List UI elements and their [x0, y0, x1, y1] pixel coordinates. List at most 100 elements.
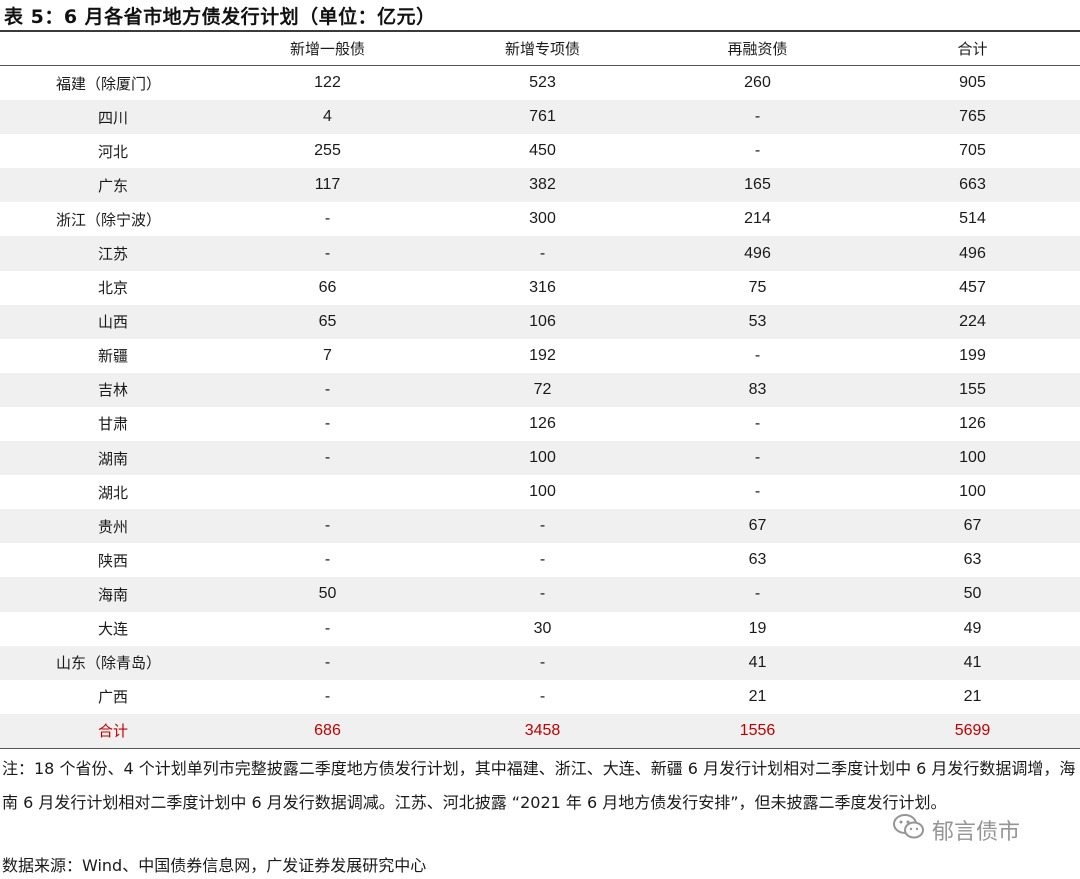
total-sum: 5699: [954, 721, 991, 739]
cell-special: -: [539, 687, 546, 705]
cell-refinance: -: [754, 142, 761, 160]
cell-refinance: 260: [744, 74, 771, 92]
cell-refinance: 21: [748, 687, 767, 705]
cell-total: 457: [959, 278, 986, 296]
table-row: 大连 - 30 19 49: [0, 612, 1080, 646]
row-name: 广东: [98, 176, 129, 195]
cell-refinance: 214: [744, 210, 771, 228]
cell-special: 100: [529, 449, 556, 467]
cell-total: 126: [959, 414, 986, 432]
cell-special: 192: [529, 346, 556, 364]
row-name: 甘肃: [98, 415, 129, 434]
cell-general: -: [324, 244, 331, 262]
cell-general: 7: [323, 346, 332, 364]
row-name: 广西: [98, 688, 129, 707]
table-row: 湖北 100 - 100: [0, 475, 1080, 509]
table-row: 广东 117 382 165 663: [0, 168, 1080, 203]
row-name: 北京: [98, 279, 129, 298]
cell-special: -: [539, 517, 546, 535]
row-name: 山东（除青岛）: [56, 654, 162, 673]
cell-general: -: [324, 687, 331, 705]
table-row: 福建（除厦门） 122 523 260 905: [0, 66, 1080, 100]
row-name: 新疆: [98, 347, 129, 366]
row-name: 湖南: [98, 449, 129, 468]
row-name: 福建（除厦门）: [56, 74, 162, 93]
cell-refinance: -: [754, 108, 761, 126]
cell-general: -: [324, 551, 331, 569]
cell-refinance: 75: [748, 278, 767, 296]
cell-total: 49: [963, 619, 982, 637]
cell-general: 4: [323, 108, 332, 126]
table-row: 广西 - - 21 21: [0, 680, 1080, 714]
table-header-row: 新增一般债 新增专项债 再融资债 合计: [0, 32, 1080, 66]
row-name: 海南: [98, 585, 129, 604]
row-name: 河北: [98, 142, 129, 161]
cell-total: 21: [963, 687, 982, 705]
row-name: 湖北: [98, 483, 129, 502]
cell-special: 450: [529, 142, 556, 160]
cell-refinance: 496: [744, 244, 771, 262]
table-title: 表 5：6 月各省市地方债发行计划（单位：亿元）: [4, 6, 436, 28]
row-name: 四川: [98, 108, 129, 127]
row-name: 陕西: [98, 551, 129, 570]
cell-total: 765: [959, 108, 986, 126]
cell-special: 72: [533, 380, 552, 398]
cell-refinance: -: [754, 585, 761, 603]
watermark: 郁言债市: [892, 812, 1020, 848]
cell-total: 63: [963, 551, 982, 569]
cell-general: 65: [318, 312, 337, 330]
header-cell-refinance: 再融资债: [727, 40, 788, 58]
cell-general: -: [324, 619, 331, 637]
cell-total: 705: [959, 142, 986, 160]
cell-total: 905: [959, 74, 986, 92]
cell-special: 100: [529, 483, 556, 501]
cell-refinance: 53: [748, 312, 767, 330]
cell-total: 199: [959, 346, 986, 364]
cell-special: -: [539, 585, 546, 603]
cell-total: 67: [963, 517, 982, 535]
cell-special: 382: [529, 176, 556, 194]
cell-special: -: [539, 244, 546, 262]
cell-total: 100: [959, 483, 986, 501]
total-special: 3458: [524, 721, 561, 739]
cell-total: 41: [963, 653, 982, 671]
table-row: 新疆 7 192 - 199: [0, 339, 1080, 373]
cell-special: -: [539, 653, 546, 671]
cell-general: -: [324, 380, 331, 398]
row-name: 江苏: [98, 245, 129, 264]
cell-special: 30: [533, 619, 552, 637]
table-row: 山西 65 106 53 224: [0, 304, 1080, 339]
cell-special: 106: [529, 312, 556, 330]
table-row: 河北 255 450 - 705: [0, 134, 1080, 168]
table-row: 海南 50 - - 50: [0, 577, 1080, 612]
footnote: 注：18 个省份、4 个计划单列市完整披露二季度地方债发行计划，其中福建、浙江、…: [2, 759, 1076, 812]
cell-total: 155: [959, 380, 986, 398]
table-row: 山东（除青岛） - - 41 41: [0, 645, 1080, 680]
cell-total: 224: [959, 312, 986, 330]
cell-general: 255: [314, 142, 341, 160]
cell-special: 523: [529, 74, 556, 92]
cell-general: 117: [314, 176, 341, 194]
table-row: 贵州 - - 67 67: [0, 509, 1080, 544]
cell-refinance: -: [754, 414, 761, 432]
cell-refinance: 83: [748, 380, 767, 398]
table-total-row: 合计 686 3458 1556 5699: [0, 713, 1080, 749]
cell-general: -: [324, 414, 331, 432]
cell-refinance: -: [754, 449, 761, 467]
cell-refinance: -: [754, 346, 761, 364]
table-row: 陕西 - - 63 63: [0, 543, 1080, 577]
data-source: 数据来源：Wind、中国债券信息网，广发证券发展研究中心: [2, 856, 427, 875]
row-name: 大连: [98, 620, 129, 639]
header-cell-special: 新增专项债: [504, 40, 580, 58]
cell-total: 100: [959, 449, 986, 467]
cell-general: 122: [314, 74, 341, 92]
cell-refinance: 63: [748, 551, 767, 569]
table-row: 四川 4 761 - 765: [0, 100, 1080, 135]
cell-special: 761: [529, 108, 556, 126]
table-row: 湖南 - 100 - 100: [0, 441, 1080, 476]
cell-refinance: 67: [748, 517, 767, 535]
row-name: 浙江（除宁波）: [56, 210, 162, 229]
total-general: 686: [314, 721, 341, 739]
wechat-icon: [892, 812, 926, 848]
table-row: 北京 66 316 75 457: [0, 271, 1080, 305]
